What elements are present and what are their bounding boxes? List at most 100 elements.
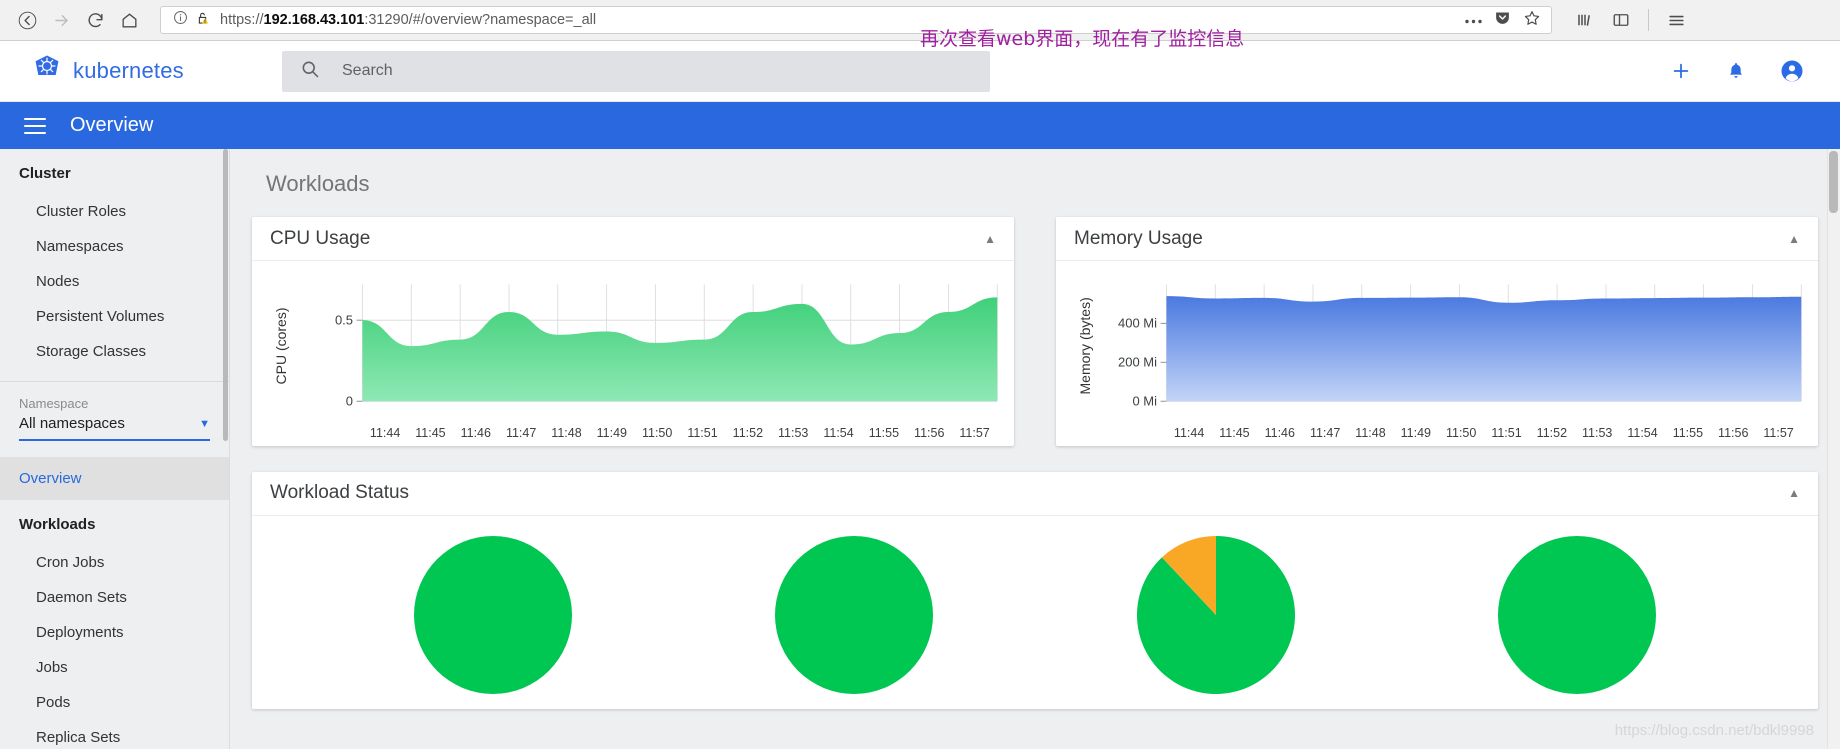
x-tick-label: 11:54 bbox=[1627, 425, 1658, 440]
annotation-text: 再次查看web界面，现在有了监控信息 bbox=[920, 28, 1245, 50]
x-tick-label: 11:48 bbox=[551, 425, 582, 440]
x-tick-label: 11:51 bbox=[1491, 425, 1522, 440]
sidebar-item-pods[interactable]: Pods bbox=[0, 685, 229, 720]
svg-text:400 Mi: 400 Mi bbox=[1118, 316, 1157, 331]
page-body: Cluster Cluster Roles Namespaces Nodes P… bbox=[0, 149, 1840, 749]
chevron-up-icon[interactable]: ▲ bbox=[984, 232, 996, 246]
search-placeholder: Search bbox=[342, 62, 393, 79]
info-circle-icon[interactable] bbox=[173, 10, 188, 30]
back-button[interactable] bbox=[10, 5, 44, 35]
x-tick-label: 11:52 bbox=[732, 425, 764, 440]
insecure-lock-icon[interactable] bbox=[195, 10, 210, 31]
sidebar-icon[interactable] bbox=[1606, 6, 1636, 34]
status-pie-chart[interactable] bbox=[413, 535, 572, 699]
sidebar-item-nodes[interactable]: Nodes bbox=[0, 264, 229, 299]
toolbar-divider bbox=[1648, 9, 1649, 31]
chevron-up-icon[interactable]: ▲ bbox=[1788, 486, 1800, 500]
x-tick-label: 11:46 bbox=[460, 425, 491, 440]
watermark: https://blog.csdn.net/bdkl9998 bbox=[1614, 722, 1814, 739]
sidebar: Cluster Cluster Roles Namespaces Nodes P… bbox=[0, 149, 230, 749]
memory-area-chart: 0 Mi 200 Mi 400 Mi bbox=[1118, 284, 1802, 409]
cpu-card-body: CPU (cores) 0 0.5 11:44 11:45 11:46 11:47 11:… bbox=[252, 261, 1014, 446]
x-tick-label: 11:55 bbox=[868, 425, 900, 440]
url-scheme: https:// bbox=[220, 12, 264, 28]
sidebar-scrollbar[interactable] bbox=[223, 149, 228, 441]
url-bar[interactable]: https://192.168.43.101:31290/#/overview?… bbox=[160, 6, 1552, 34]
brand-logo[interactable]: kubernetes bbox=[24, 54, 260, 89]
svg-text:200 Mi: 200 Mi bbox=[1118, 355, 1157, 370]
memory-usage-card: Memory Usage ▲ Memory (bytes) 0 Mi 200 Mi… bbox=[1056, 217, 1818, 446]
x-tick-label: 11:51 bbox=[687, 425, 718, 440]
status-card-title: Workload Status bbox=[270, 482, 410, 503]
home-button[interactable] bbox=[112, 5, 146, 35]
hamburger-menu-icon[interactable] bbox=[1661, 6, 1691, 34]
url-text: https://192.168.43.101:31290/#/overview?… bbox=[220, 12, 596, 28]
status-pie-chart[interactable] bbox=[1136, 535, 1295, 699]
status-pie-chart[interactable] bbox=[1498, 535, 1657, 699]
account-circle-icon[interactable] bbox=[1780, 59, 1804, 83]
search-input[interactable]: Search bbox=[282, 50, 990, 92]
svg-text:0: 0 bbox=[346, 394, 353, 409]
library-icon[interactable] bbox=[1570, 6, 1600, 34]
kubernetes-helm-icon bbox=[32, 54, 62, 89]
cpu-plot-area: 0 0.5 11:44 11:45 11:46 11:47 11:48 11:49 11:50… bbox=[294, 275, 1002, 440]
x-tick-label: 11:50 bbox=[1445, 425, 1477, 440]
cpu-usage-card: CPU Usage ▲ CPU (cores) 0 0.5 11:44 11:45 1… bbox=[252, 217, 1014, 446]
sidebar-item-deployments[interactable]: Deployments bbox=[0, 615, 229, 650]
status-pie-row bbox=[252, 516, 1818, 709]
plus-icon[interactable] bbox=[1670, 60, 1692, 82]
page-toolbar: Overview bbox=[0, 102, 1840, 149]
nav-toggle-icon[interactable] bbox=[24, 117, 46, 134]
x-tick-label: 11:45 bbox=[1219, 425, 1250, 440]
header-actions bbox=[1670, 59, 1816, 83]
sidebar-item-overview[interactable]: Overview bbox=[0, 457, 229, 500]
content-scrollbar-thumb[interactable] bbox=[1829, 151, 1838, 213]
status-card-header: Workload Status ▲ bbox=[252, 472, 1818, 516]
x-tick-label: 11:48 bbox=[1355, 425, 1386, 440]
sidebar-item-cluster-roles[interactable]: Cluster Roles bbox=[0, 194, 229, 229]
sidebar-item-namespaces[interactable]: Namespaces bbox=[0, 229, 229, 264]
memory-x-tick-labels: 11:44 11:45 11:46 11:47 11:48 11:49 11:50 11:51… bbox=[1166, 426, 1801, 440]
reload-button[interactable] bbox=[78, 5, 112, 35]
memory-card-body: Memory (bytes) 0 Mi 200 Mi 400 Mi 11:44 11:… bbox=[1056, 261, 1818, 446]
sidebar-item-replica-sets[interactable]: Replica Sets bbox=[0, 720, 229, 749]
svg-text:0.5: 0.5 bbox=[335, 312, 353, 327]
x-tick-label: 11:56 bbox=[914, 425, 945, 440]
url-path: :31290/#/overview?namespace=_all bbox=[364, 12, 597, 28]
namespace-value: All namespaces bbox=[19, 415, 125, 432]
sidebar-item-daemon-sets[interactable]: Daemon Sets bbox=[0, 580, 229, 615]
namespace-label: Namespace bbox=[19, 396, 89, 411]
forward-button[interactable] bbox=[44, 5, 78, 35]
namespace-select[interactable]: All namespaces ▼ bbox=[19, 415, 210, 441]
ellipsis-icon[interactable] bbox=[1465, 11, 1482, 29]
section-title: Workloads bbox=[266, 171, 370, 196]
pocket-icon[interactable] bbox=[1494, 9, 1511, 31]
workload-status-card: Workload Status ▲ bbox=[252, 471, 1818, 709]
content-scrollbar-track[interactable] bbox=[1827, 149, 1840, 749]
cpu-card-header: CPU Usage ▲ bbox=[252, 217, 1014, 261]
memory-card-header: Memory Usage ▲ bbox=[1056, 217, 1818, 261]
sidebar-item-persistent-volumes[interactable]: Persistent Volumes bbox=[0, 299, 229, 334]
x-tick-label: 11:49 bbox=[1400, 425, 1431, 440]
x-tick-label: 11:53 bbox=[778, 425, 809, 440]
x-tick-label: 11:45 bbox=[415, 425, 446, 440]
search-icon bbox=[300, 59, 320, 84]
url-host: 192.168.43.101 bbox=[263, 12, 365, 28]
x-tick-label: 11:56 bbox=[1718, 425, 1749, 440]
svg-text:0 Mi: 0 Mi bbox=[1132, 394, 1157, 409]
sidebar-heading-workloads: Workloads bbox=[19, 516, 96, 533]
chevron-up-icon[interactable]: ▲ bbox=[1788, 232, 1800, 246]
x-tick-label: 11:46 bbox=[1264, 425, 1295, 440]
cpu-card-title: CPU Usage bbox=[270, 227, 371, 249]
sidebar-item-storage-classes[interactable]: Storage Classes bbox=[0, 334, 229, 369]
sidebar-item-cron-jobs[interactable]: Cron Jobs bbox=[0, 545, 229, 580]
x-tick-label: 11:53 bbox=[1582, 425, 1613, 440]
x-tick-label: 11:44 bbox=[369, 425, 401, 440]
x-tick-label: 11:55 bbox=[1672, 425, 1704, 440]
x-tick-label: 11:57 bbox=[1763, 425, 1794, 440]
main-content: Workloads CPU Usage ▲ CPU (cores) 0 0.5 1… bbox=[230, 149, 1840, 749]
star-icon[interactable] bbox=[1523, 9, 1541, 32]
bell-icon[interactable] bbox=[1726, 60, 1746, 82]
status-pie-chart[interactable] bbox=[775, 535, 934, 699]
sidebar-item-jobs[interactable]: Jobs bbox=[0, 650, 229, 685]
